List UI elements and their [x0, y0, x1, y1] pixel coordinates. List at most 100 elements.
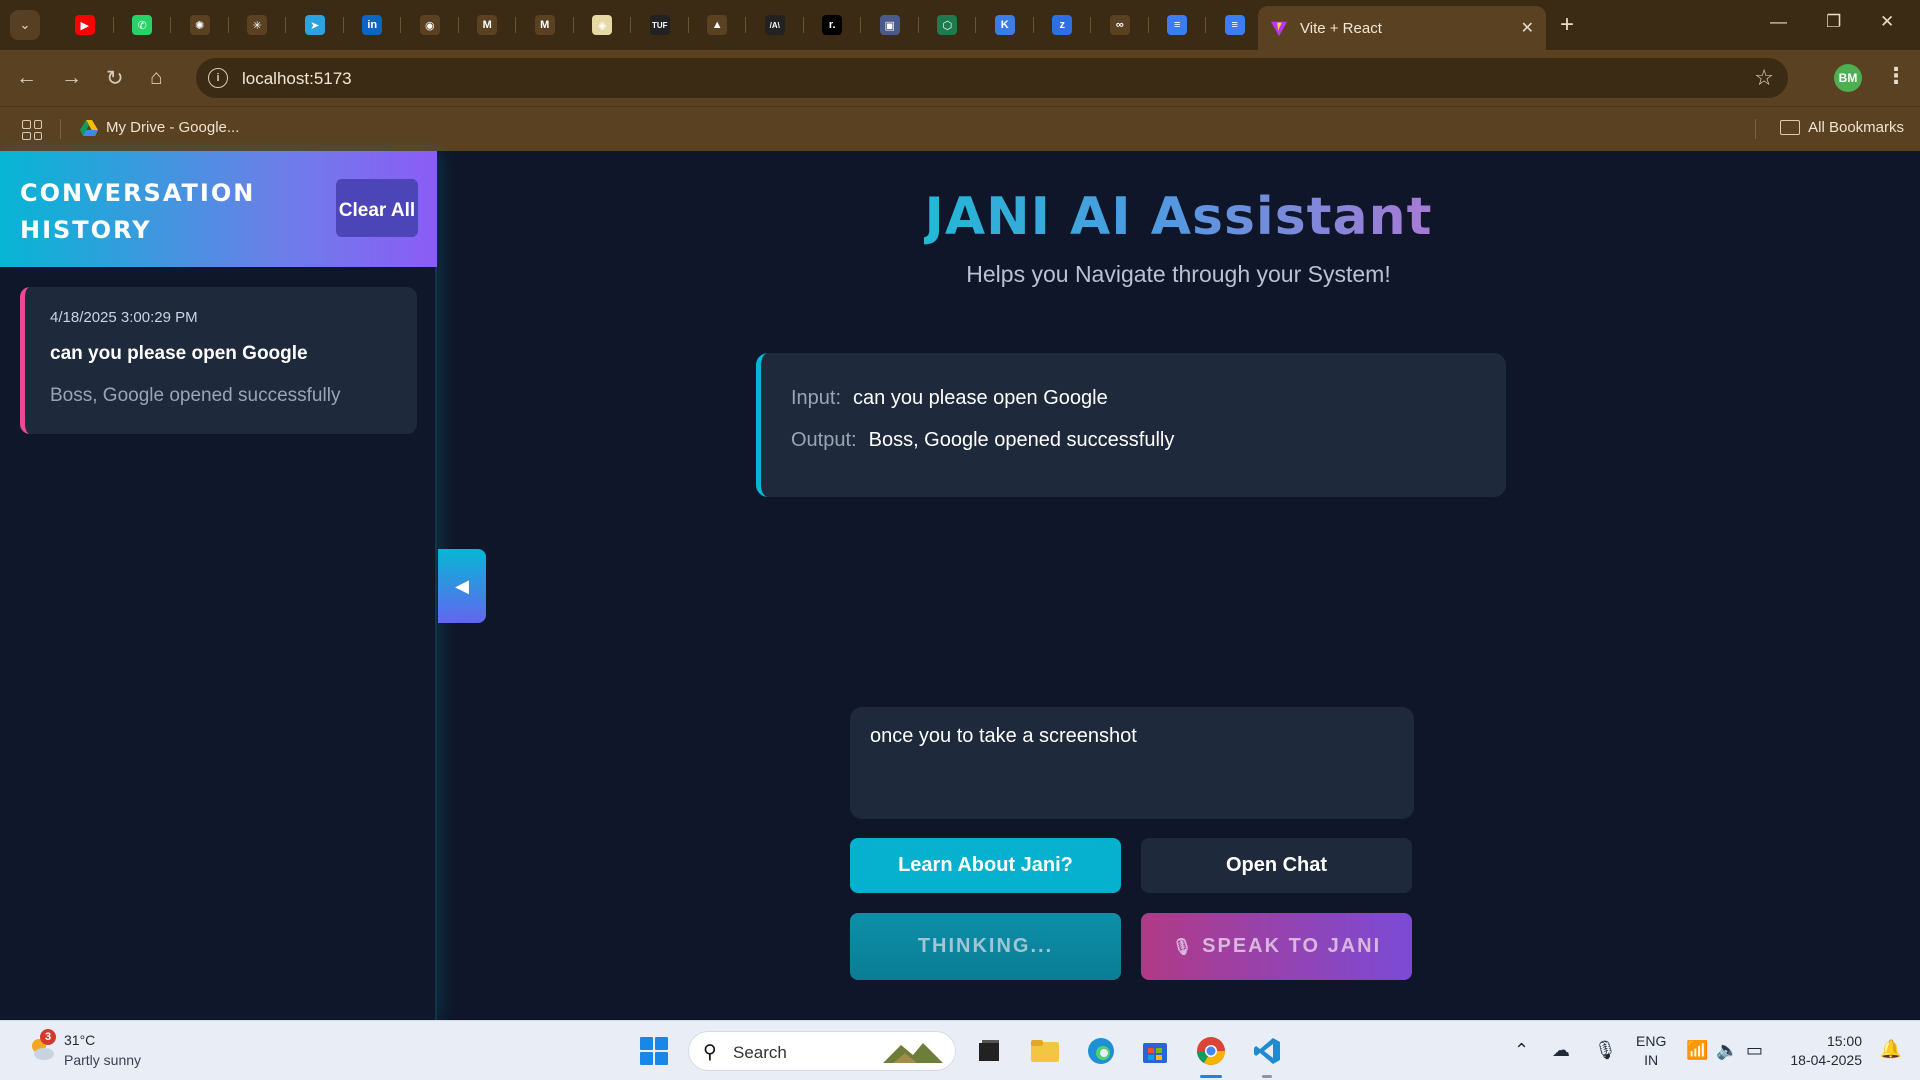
- edge-icon[interactable]: [1084, 1034, 1118, 1068]
- youtube-icon: ▶: [74, 15, 95, 35]
- replit-icon: r.: [822, 15, 843, 35]
- output-row: Output: Boss, Google opened successfully: [791, 429, 1174, 452]
- reload-icon[interactable]: ↻: [106, 66, 124, 91]
- input-row: Input: can you please open Google: [791, 387, 1108, 410]
- profile-avatar[interactable]: BM: [1834, 64, 1862, 92]
- bookmark-star-icon[interactable]: ☆: [1754, 65, 1774, 91]
- folder-icon: [1780, 120, 1801, 135]
- pinned-tab[interactable]: /A\: [746, 8, 804, 42]
- weather-desc[interactable]: Partly sunny: [64, 1052, 141, 1068]
- restore-icon[interactable]: ❐: [1826, 12, 1841, 32]
- thinking-button[interactable]: THINKING...: [850, 913, 1121, 980]
- output-value: Boss, Google opened successfully: [868, 429, 1175, 451]
- start-windows-icon[interactable]: [640, 1037, 668, 1065]
- pinned-tab[interactable]: ▶: [56, 8, 114, 42]
- active-tab-title: Vite + React: [1300, 19, 1382, 37]
- site-info-icon[interactable]: i: [208, 68, 228, 88]
- pinned-tab[interactable]: r.: [804, 8, 862, 42]
- pinned-tab[interactable]: ▲: [689, 8, 747, 42]
- wifi-icon[interactable]: 📶: [1686, 1040, 1708, 1061]
- vscode-icon[interactable]: [1250, 1034, 1284, 1068]
- address-bar[interactable]: i localhost:5173 ☆: [196, 58, 1788, 98]
- zbook-icon: z: [1052, 15, 1073, 35]
- pinned-tab[interactable]: ✳: [229, 8, 287, 42]
- tab-search-chevron-icon[interactable]: ⌄: [10, 10, 40, 40]
- learn-about-jani-button[interactable]: Learn About Jani?: [850, 838, 1121, 893]
- bookmark-my-drive[interactable]: My Drive - Google...: [80, 119, 239, 136]
- show-hidden-icons-icon[interactable]: ⌃: [1514, 1040, 1529, 1061]
- cloud-offline-icon[interactable]: ☁: [1552, 1040, 1570, 1061]
- kotlin-icon: K: [994, 15, 1015, 35]
- vite-icon: [1270, 21, 1288, 37]
- clear-all-button[interactable]: Clear All: [336, 179, 418, 237]
- system-clock[interactable]: 15:00 18-04-2025: [1790, 1032, 1862, 1070]
- file-explorer-icon[interactable]: [1028, 1034, 1062, 1068]
- pinned-tabs: ▶ ✆ ✺ ✳ ➤ in ◉ M M ◈ TUF ▲ /A\ r. ▣ ⬡ Kz ∞ ≡ ≡: [56, 8, 1264, 42]
- history-item[interactable]: 4/18/2025 3:00:29 PM can you please open…: [20, 287, 417, 434]
- new-tab-icon[interactable]: +: [1560, 11, 1574, 39]
- infinity-icon: ∞: [1109, 15, 1130, 35]
- pinned-tab[interactable]: ≡: [1149, 8, 1207, 42]
- speak-to-jani-button[interactable]: 🎙 SPEAK TO JANI: [1141, 913, 1412, 980]
- college-icon: ◈: [592, 15, 613, 35]
- chrome-icon[interactable]: [1194, 1034, 1228, 1068]
- forward-icon[interactable]: →: [61, 66, 82, 90]
- pinned-tab[interactable]: ⬡: [919, 8, 977, 42]
- microphone-icon: 🎙: [1171, 938, 1195, 956]
- tab-strip: ⌄ ▶ ✆ ✺ ✳ ➤ in ◉ M M ◈ TUF ▲ /A\ r. ▣ ⬡ Kz ∞ ≡ ≡ Vite + Rea…: [0, 0, 1920, 50]
- microphone-tray-icon[interactable]: 🎙: [1594, 1040, 1617, 1061]
- bookmarks-bar: My Drive - Google... All Bookmarks: [0, 106, 1920, 151]
- pinned-tab[interactable]: M: [459, 8, 517, 42]
- pinned-tab[interactable]: ✆: [114, 8, 172, 42]
- perplexity-icon: ⬡: [937, 15, 958, 35]
- microsoft-store-icon[interactable]: [1138, 1034, 1172, 1068]
- browser-toolbar: ← → ↻ ⌂ i localhost:5173 ☆ BM ⋮: [0, 50, 1920, 106]
- prompt-input[interactable]: [850, 707, 1414, 819]
- chatgpt-icon: ✺: [189, 15, 210, 35]
- speak-label: SPEAK TO JANI: [1202, 935, 1382, 957]
- language-indicator[interactable]: ENG IN: [1636, 1032, 1666, 1070]
- weather-badge: 3: [40, 1029, 56, 1045]
- caret-left-icon: ◀: [455, 575, 469, 596]
- pinned-tab[interactable]: in: [344, 8, 402, 42]
- home-icon[interactable]: ⌂: [150, 66, 163, 90]
- notification-bell-icon[interactable]: 🔔: [1880, 1039, 1902, 1060]
- gmail-icon: M: [477, 15, 498, 35]
- search-label: Search: [733, 1043, 787, 1062]
- all-bookmarks[interactable]: All Bookmarks: [1780, 119, 1904, 136]
- github-icon: ◉: [419, 15, 440, 35]
- collapse-sidebar-button[interactable]: ◀: [438, 549, 486, 623]
- pinned-tab[interactable]: ∞: [1091, 8, 1149, 42]
- bookmarks-divider: [1755, 119, 1756, 139]
- google-drive-icon: [80, 119, 98, 136]
- volume-icon[interactable]: 🔈: [1716, 1040, 1738, 1061]
- gmail-icon: M: [534, 15, 555, 35]
- browser-menu-icon[interactable]: ⋮: [1885, 63, 1907, 89]
- open-chat-button[interactable]: Open Chat: [1141, 838, 1412, 893]
- pinned-tab[interactable]: ◉: [401, 8, 459, 42]
- pinned-tab[interactable]: ✺: [171, 8, 229, 42]
- pinned-tab[interactable]: z: [1034, 8, 1092, 42]
- url-text[interactable]: localhost:5173: [242, 69, 352, 89]
- history-timestamp: 4/18/2025 3:00:29 PM: [50, 309, 198, 326]
- pinned-tab[interactable]: ➤: [286, 8, 344, 42]
- pinned-tab[interactable]: K: [976, 8, 1034, 42]
- pinned-tab[interactable]: M: [516, 8, 574, 42]
- window-close-icon[interactable]: ✕: [1880, 12, 1894, 32]
- weather-temp[interactable]: 31°C: [64, 1032, 95, 1048]
- whatsapp-icon: ✆: [132, 15, 153, 35]
- active-tab[interactable]: Vite + React ✕: [1258, 6, 1546, 50]
- pinned-tab[interactable]: ≡: [1206, 8, 1264, 42]
- bookmarks-divider: [60, 119, 61, 139]
- pinned-tab[interactable]: ◈: [574, 8, 632, 42]
- close-tab-icon[interactable]: ✕: [1521, 18, 1534, 38]
- battery-icon[interactable]: ▭: [1746, 1040, 1763, 1061]
- back-icon[interactable]: ←: [16, 66, 37, 90]
- pinned-tab[interactable]: TUF: [631, 8, 689, 42]
- dev-icon: /A\: [764, 15, 785, 35]
- pinned-tab[interactable]: ▣: [861, 8, 919, 42]
- taskbar-search[interactable]: ⚲ Search: [688, 1031, 956, 1071]
- apps-grid-icon[interactable]: [22, 120, 42, 140]
- task-view-icon[interactable]: [972, 1034, 1006, 1068]
- minimize-icon[interactable]: —: [1770, 12, 1787, 32]
